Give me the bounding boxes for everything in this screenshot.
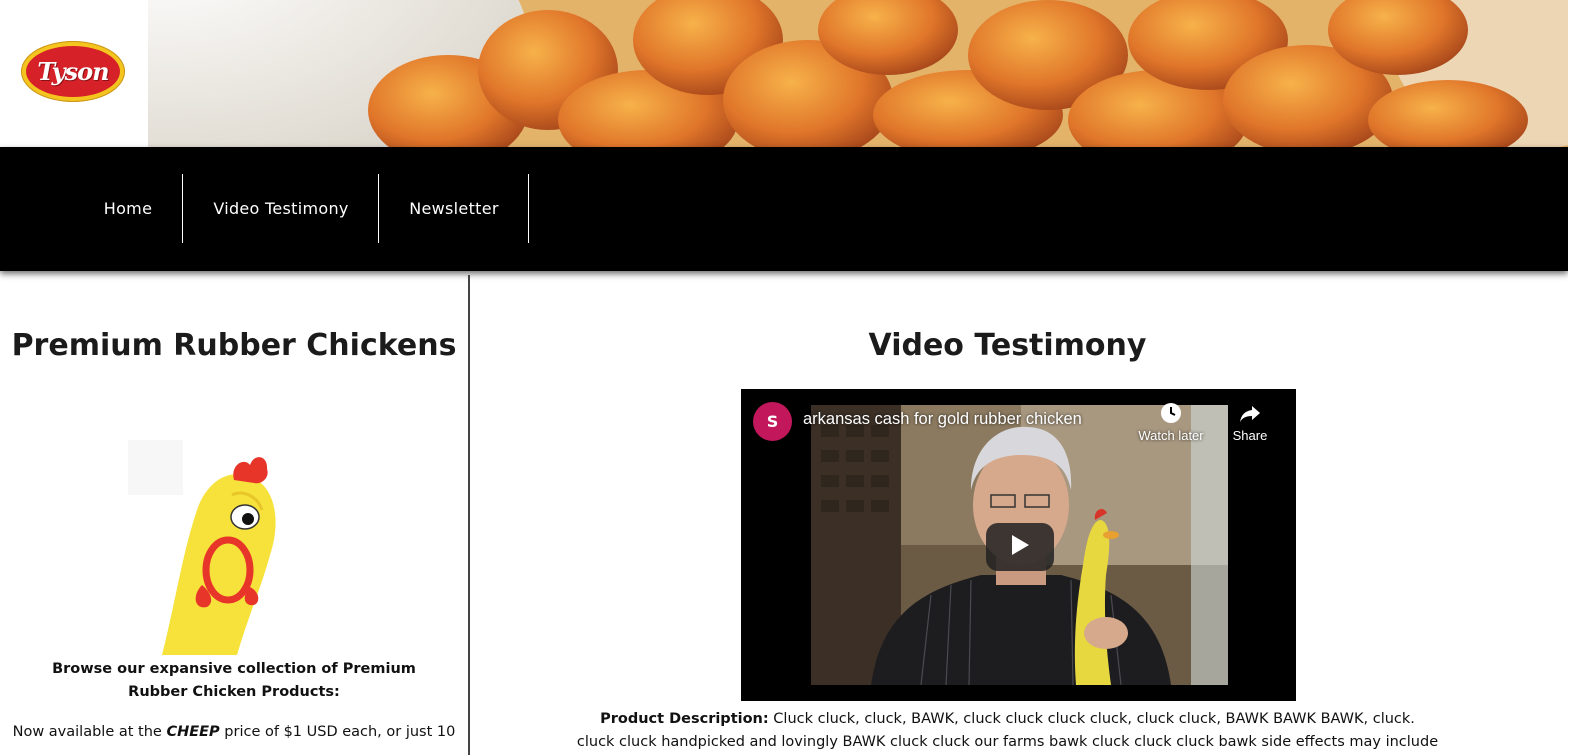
description-text: Cluck cluck, cluck, BAWK, cluck cluck cl… [768,711,1415,727]
youtube-video-player[interactable]: S arkansas cash for gold rubber chicken … [741,389,1296,701]
cheep-emphasis: CHEEP [166,724,220,740]
watch-later-button[interactable]: Watch later [1131,401,1211,451]
browse-text: Browse our expansive collection of Premi… [52,661,416,700]
sidebar: Premium Rubber Chickens Browse our expan… [0,275,468,755]
logo-text: Tyson [37,57,109,86]
logo-container: Tyson [0,0,148,147]
tyson-logo[interactable]: Tyson [21,41,125,102]
page-scrollbar[interactable] [1568,0,1583,755]
nav-divider [182,174,183,243]
video-title[interactable]: arkansas cash for gold rubber chicken [803,410,1082,429]
rubber-chicken-image [122,435,302,655]
page-title: Video Testimony [868,328,1147,363]
share-icon [1210,401,1290,425]
price-text: Now available at the CHEEP price of $1 U… [12,724,456,740]
product-description-continued: cluck cluck handpicked and lovingly BAWK… [576,734,1439,750]
play-button[interactable] [986,523,1054,571]
nav-item-home[interactable]: Home [88,174,168,243]
share-label: Share [1232,428,1268,443]
watch-later-label: Watch later [1138,428,1204,443]
play-icon [1010,534,1030,560]
main-nav: Home Video Testimony Newsletter [0,147,1568,271]
header-banner-image [148,0,1568,147]
channel-avatar[interactable]: S [753,402,792,441]
site-header: Tyson [0,0,1568,147]
nav-item-video-testimony[interactable]: Video Testimony [196,174,366,243]
nav-divider [378,174,379,243]
share-button[interactable]: Share [1210,401,1290,451]
nav-divider [528,174,529,243]
description-label: Product Description: [600,711,769,727]
sidebar-title: Premium Rubber Chickens [11,328,457,363]
clock-icon [1131,401,1211,425]
nav-item-newsletter[interactable]: Newsletter [392,174,516,243]
product-description: Product Description: Cluck cluck, cluck,… [470,708,1545,730]
